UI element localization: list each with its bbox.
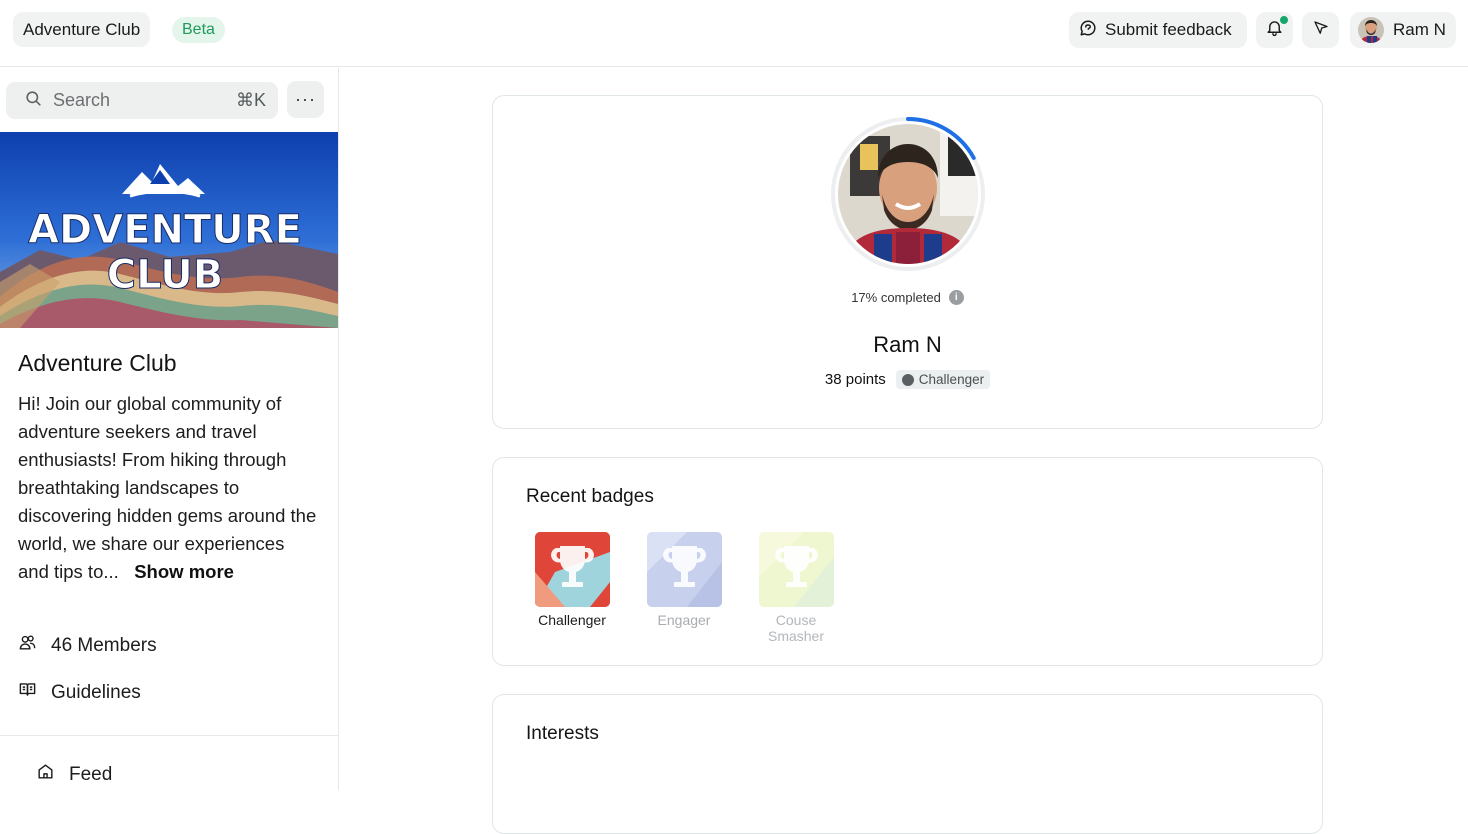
search-shortcut: ⌘K (235, 90, 266, 110)
level-label: Challenger (918, 372, 985, 387)
badge-challenger[interactable]: Challenger (527, 532, 617, 628)
recent-badges-title: Recent badges (526, 486, 654, 507)
notification-dot (1279, 15, 1289, 25)
recent-badges-card: Recent badges Challenger Engager Couse S… (492, 457, 1323, 666)
info-icon[interactable]: i (948, 290, 964, 305)
more-options-button[interactable]: ··· (287, 81, 324, 118)
send-button[interactable] (1302, 12, 1339, 48)
feed-label: Feed (69, 763, 113, 785)
submit-feedback-button[interactable]: Submit feedback (1069, 12, 1247, 48)
points-label: 38 points (824, 371, 886, 388)
guidelines-link[interactable]: Guidelines (18, 680, 141, 705)
community-title: Adventure Club (18, 350, 177, 376)
search-icon (24, 89, 43, 113)
send-arrow-icon (1312, 19, 1330, 42)
badge-couse-smasher[interactable]: Couse Smasher (751, 532, 841, 644)
avatar (831, 117, 985, 271)
home-icon (36, 762, 55, 787)
badge-tile (758, 532, 834, 607)
profile-card: 17% completed i Ram N 38 points Challeng… (492, 95, 1323, 429)
feed-nav-item[interactable]: Feed (36, 762, 112, 787)
search-placeholder: Search (53, 90, 111, 110)
members-label: 46 Members (51, 634, 157, 656)
guidelines-label: Guidelines (51, 681, 141, 703)
search-input[interactable]: Search ⌘K (6, 82, 278, 119)
interests-card: Interests (492, 694, 1323, 834)
show-more-link[interactable]: Show more (134, 561, 234, 582)
level-badge: Challenger (895, 370, 991, 389)
points-row: 38 points Challenger (493, 370, 1322, 389)
submit-feedback-label: Submit feedback (1105, 20, 1232, 39)
badge-tile (534, 532, 610, 607)
top-bar: Adventure Club Beta Submit feedback Ram … (0, 0, 1468, 67)
profile-progress: 17% completed i (493, 290, 1322, 305)
interests-title: Interests (526, 723, 599, 744)
banner-title-line1: ADVENTURE (28, 207, 302, 253)
community-name-pill[interactable]: Adventure Club (13, 12, 151, 47)
banner-title-line2: CLUB (107, 252, 223, 298)
badge-label: Engager (657, 612, 711, 628)
sidebar: Search ⌘K ··· ADVENTURE CLUB Adventure C… (0, 68, 339, 790)
notifications-button[interactable] (1256, 12, 1293, 48)
profile-avatar-with-progress[interactable] (830, 116, 986, 272)
community-banner: ADVENTURE CLUB (0, 132, 338, 328)
chat-bubble-icon (1079, 19, 1097, 42)
profile-name: Ram N (873, 332, 942, 357)
description-text: Hi! Join our global community of adventu… (18, 393, 317, 582)
user-menu-button[interactable]: Ram N (1350, 12, 1456, 48)
members-icon (18, 633, 37, 658)
badge-label: Couse Smasher (767, 612, 825, 644)
beta-badge: Beta (172, 17, 225, 43)
members-link[interactable]: 46 Members (18, 633, 157, 658)
sidebar-divider (0, 735, 338, 736)
badge-tile (646, 532, 722, 607)
progress-label: 17% completed (851, 290, 941, 305)
book-icon (18, 680, 37, 705)
user-name-label: Ram N (1393, 20, 1446, 39)
community-description: Hi! Join our global community of adventu… (18, 390, 320, 586)
badge-label: Challenger (538, 612, 606, 628)
badge-engager[interactable]: Engager (639, 532, 729, 628)
level-icon (901, 373, 914, 386)
avatar (1358, 17, 1384, 43)
